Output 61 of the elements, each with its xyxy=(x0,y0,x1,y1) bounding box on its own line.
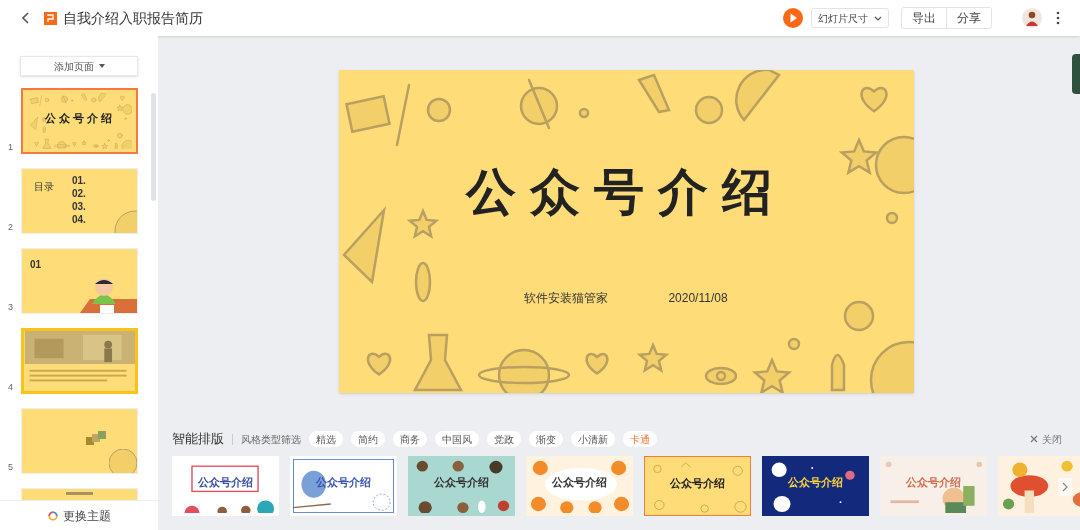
template-title: 公众号介绍 xyxy=(551,475,608,489)
slide-text: 01. xyxy=(72,175,86,187)
author-text: 软件安装猫管家 xyxy=(524,290,609,307)
back-icon xyxy=(20,11,32,25)
chevron-down-icon xyxy=(874,15,882,21)
template-title: 公众号介绍 xyxy=(787,475,844,489)
filter-chip[interactable]: 党政 xyxy=(487,431,521,447)
template-thumbnail[interactable]: 公众号介绍 xyxy=(172,456,279,516)
document-icon xyxy=(44,11,57,25)
play-icon xyxy=(783,8,803,28)
filter-chip[interactable]: 小清新 xyxy=(571,431,615,447)
next-button[interactable] xyxy=(1058,478,1072,496)
slide-text: 03. xyxy=(72,201,86,213)
close-button[interactable]: 关闭 xyxy=(1030,431,1062,447)
template-thumbnail[interactable]: 公众号介绍 xyxy=(526,456,633,516)
template-title: 公众号介绍 xyxy=(669,476,726,490)
more-icon xyxy=(1056,11,1060,25)
side-tab[interactable] xyxy=(1072,54,1080,94)
boy-drawing xyxy=(80,276,137,313)
slide-thumbnail[interactable]: 目录 01. 02. 03. 04. xyxy=(21,168,138,234)
template-thumbnail[interactable]: 公众号介绍 xyxy=(408,456,515,516)
template-title: 公众号介绍 xyxy=(905,475,962,489)
scrollbar[interactable] xyxy=(151,93,156,201)
size-dropdown[interactable]: 幻灯片尺寸 xyxy=(811,8,889,28)
filter-chip[interactable]: 商务 xyxy=(393,431,427,447)
filter-chip[interactable]: 中国风 xyxy=(435,431,479,447)
template-title: 公众号介绍 xyxy=(433,475,490,489)
avatar-icon xyxy=(1022,8,1042,28)
slide-thumbnail[interactable]: 公众号介绍 xyxy=(21,88,138,154)
slide-text: 01 xyxy=(30,259,42,271)
chevron-right-icon xyxy=(1062,482,1068,492)
filter-chip[interactable]: 精选 xyxy=(309,431,343,447)
toolbar-button[interactable]: 导出 xyxy=(902,8,946,28)
slide-title: 公众号介绍 xyxy=(466,163,786,222)
template-title: 公众号介绍 xyxy=(197,475,254,489)
slide-number: 4 xyxy=(8,380,14,394)
slide-number: 3 xyxy=(8,300,14,314)
caret-down-icon xyxy=(98,64,105,68)
filter-chip[interactable]: 简约 xyxy=(351,431,385,447)
filter-label: 风格类型筛选 xyxy=(241,432,301,447)
slide-number: 1 xyxy=(8,140,14,154)
template-thumbnail[interactable]: 公众号介绍 xyxy=(762,456,869,516)
slide-text: 04. xyxy=(72,214,86,226)
date-text: 2020/11/08 xyxy=(668,290,728,307)
slide-number: 5 xyxy=(8,460,14,474)
close-icon xyxy=(1030,435,1038,443)
slide-text: 02. xyxy=(72,188,86,200)
slide-text: 目录 xyxy=(34,181,54,193)
slide-thumbnail[interactable]: 01 xyxy=(21,248,138,314)
ring-icon xyxy=(47,510,58,521)
toolbar-button[interactable]: 分享 xyxy=(946,8,991,28)
template-thumbnail[interactable]: 公众号介绍 xyxy=(644,456,751,516)
header-bar-drawing xyxy=(66,492,93,495)
add-page-button[interactable]: 添加页面 xyxy=(20,56,138,76)
globe-drawing xyxy=(109,449,137,473)
document-title: 自我介绍入职报告简历 xyxy=(63,8,203,28)
slide-title: 公众号介绍 xyxy=(43,111,116,126)
slide-number: 2 xyxy=(8,220,14,234)
filter-chip[interactable]: 渐变 xyxy=(529,431,563,447)
squares-drawing xyxy=(86,431,106,445)
panel-title: 智能排版 xyxy=(172,430,224,449)
